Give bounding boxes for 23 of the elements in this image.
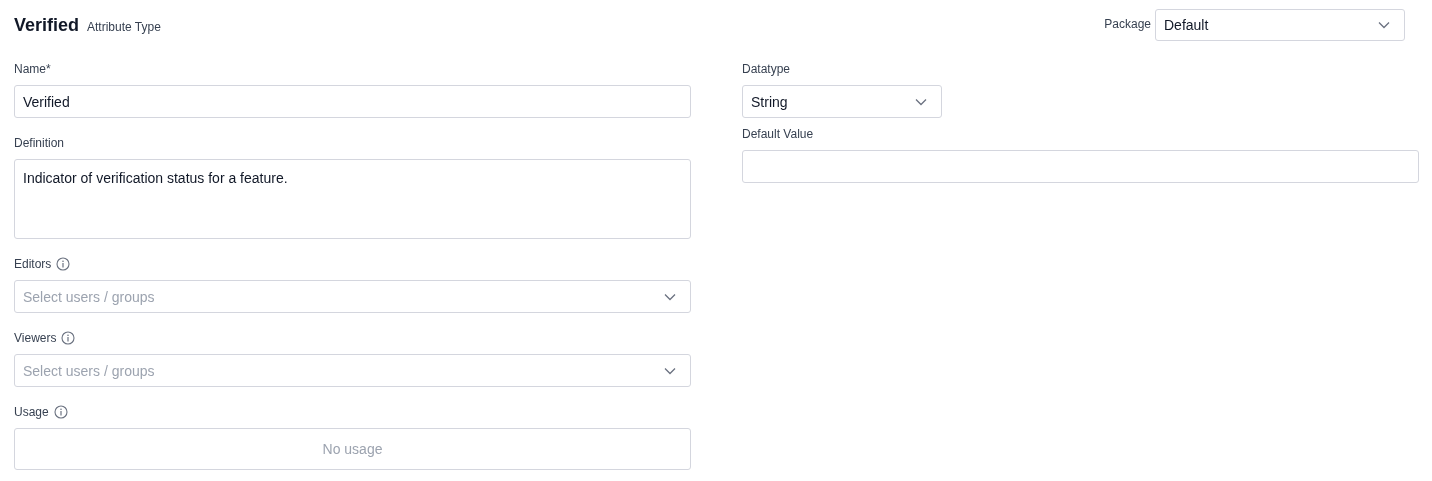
definition-textarea[interactable]: Indicator of verification status for a feature. — [14, 159, 691, 239]
field-label: Definition — [14, 136, 65, 150]
text-input[interactable] — [742, 150, 1419, 183]
field-label: Name* — [14, 62, 51, 76]
package-label: Package — [1104, 17, 1151, 31]
field-label: Editors — [14, 257, 52, 271]
field-label: Datatype — [742, 62, 791, 76]
info-icon[interactable] — [56, 257, 71, 271]
text-input[interactable]: Verified — [14, 85, 691, 118]
chevron-down-icon — [915, 97, 927, 106]
field-label: Usage — [14, 405, 49, 419]
chevron-down-icon — [664, 292, 676, 301]
chevron-down-icon — [1378, 21, 1390, 29]
chevron-down-icon — [664, 366, 676, 375]
field-label: Default Value — [742, 127, 814, 141]
info-icon[interactable] — [53, 405, 68, 419]
field-label: Viewers — [14, 331, 57, 345]
page-title: Verified — [14, 14, 80, 36]
empty-message: No usage — [322, 441, 383, 457]
package-select[interactable]: Default — [1155, 9, 1405, 41]
dropdown[interactable]: String — [742, 85, 942, 118]
page-subtitle: Attribute Type — [87, 19, 161, 34]
info-icon[interactable] — [61, 331, 76, 345]
